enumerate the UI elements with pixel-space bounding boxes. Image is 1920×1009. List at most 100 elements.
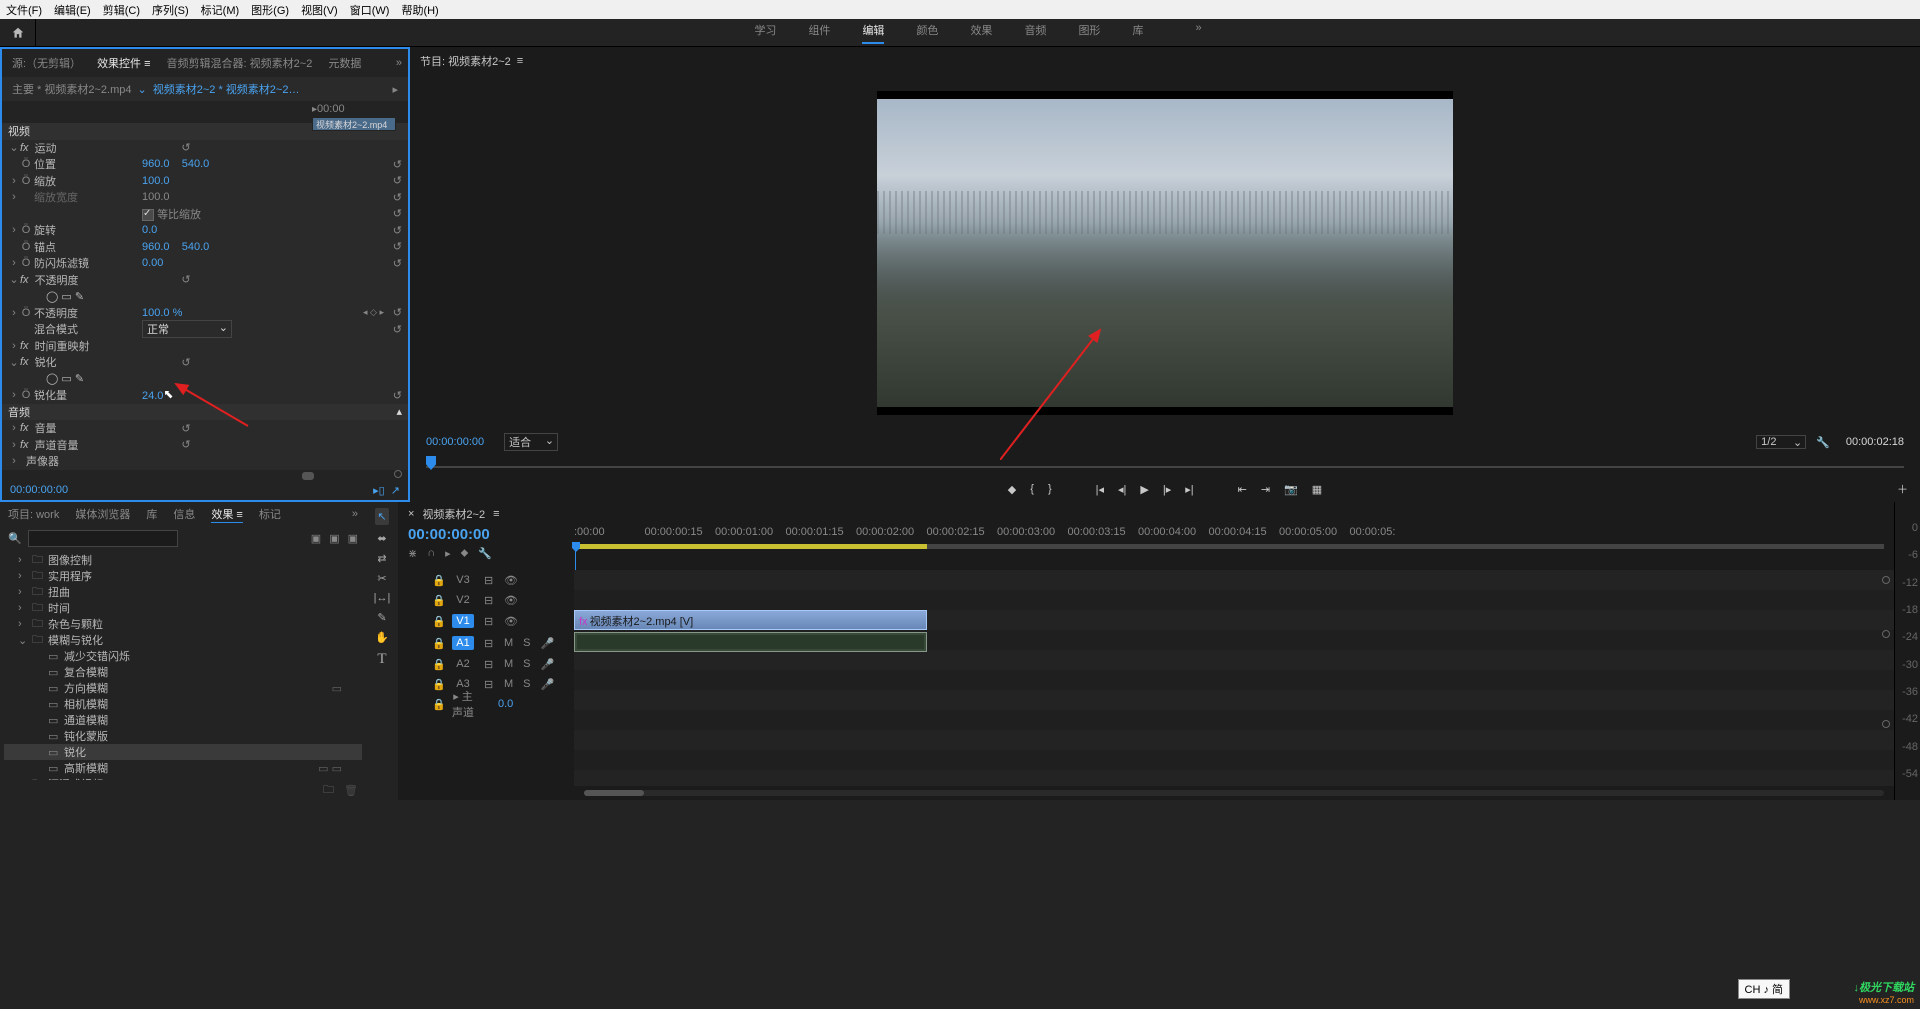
new-bin-icon[interactable]: 🗀 — [323, 781, 334, 800]
lift-button[interactable]: ⇤ — [1238, 483, 1247, 496]
ec-master-clip[interactable]: 主要 * 视频素材2~2.mp4 — [12, 81, 132, 97]
tree-item[interactable]: ▭方向模糊▭ — [4, 680, 362, 696]
ec-fx-timeremap[interactable]: ›fx时间重映射 — [2, 338, 408, 355]
work-area-bar[interactable] — [574, 544, 927, 549]
val-anchor[interactable]: 960.0 540.0 — [142, 241, 388, 253]
track-select-tool[interactable]: ⬌ — [377, 532, 386, 545]
razor-tool[interactable]: ✂ — [377, 572, 386, 585]
hand-tool[interactable]: ✋ — [375, 631, 389, 644]
tab-audio-clip-mixer[interactable]: 音频剪辑混合器: 视频素材2~2 — [167, 55, 313, 71]
zoom-handle-v[interactable] — [1882, 630, 1890, 638]
mask-rect-icon[interactable]: ▭ — [61, 291, 71, 303]
val-opacity[interactable]: 100.0 % — [142, 307, 354, 319]
timeline-playhead[interactable] — [572, 542, 580, 552]
zoom-handle-top[interactable] — [1882, 576, 1890, 584]
snap-icon[interactable]: ⋇ — [408, 547, 417, 560]
add-marker-button[interactable]: ◆ — [1008, 483, 1016, 496]
settings-icon[interactable]: 🔧 — [1816, 436, 1830, 449]
ripple-tool[interactable]: ⇄ — [377, 552, 386, 565]
tree-item[interactable]: ▭减少交错闪烁 — [4, 648, 362, 664]
tab-info[interactable]: 信息 — [173, 506, 195, 522]
timeline-hscroll[interactable] — [398, 786, 1894, 800]
button-editor-icon[interactable]: ＋ — [1897, 481, 1908, 497]
ws-learn[interactable]: 学习 — [754, 22, 776, 44]
tree-item[interactable]: ▭钝化蒙版 — [4, 728, 362, 744]
video-track-header[interactable]: 🔒V3⊟👁 — [398, 570, 574, 590]
ws-assembly[interactable]: 组件 — [808, 22, 830, 44]
menu-view[interactable]: 视图(V) — [301, 2, 338, 18]
extract-button[interactable]: ⇥ — [1261, 483, 1270, 496]
mask-rect-icon-2[interactable]: ▭ — [61, 373, 71, 385]
tab-metadata[interactable]: 元数据 — [328, 55, 361, 71]
program-timecode[interactable]: 00:00:00:00 — [426, 436, 484, 448]
mark-in-button[interactable]: { — [1030, 483, 1034, 495]
timeline-tab[interactable]: × 视频素材2~2 ≡ — [398, 502, 1894, 526]
ws-graphics[interactable]: 图形 — [1078, 22, 1100, 44]
tab-effect-controls[interactable]: 效果控件 ≡ — [97, 55, 150, 71]
ec-hscroll[interactable] — [2, 470, 408, 480]
go-to-in-button[interactable]: |◂ — [1096, 483, 1104, 496]
val-scale[interactable]: 100.0 — [142, 175, 388, 187]
program-ruler[interactable] — [426, 456, 1904, 474]
tree-item[interactable]: ▭复合模糊 — [4, 664, 362, 680]
ws-libraries[interactable]: 库 — [1132, 22, 1143, 44]
video-clip[interactable]: fx视频素材2~2.mp4 [V] — [574, 610, 927, 630]
mark-out-button[interactable]: } — [1048, 483, 1052, 495]
ec-playhead-icon[interactable]: ▸ — [392, 83, 398, 96]
ws-effects[interactable]: 效果 — [970, 22, 992, 44]
menu-help[interactable]: 帮助(H) — [401, 2, 438, 18]
tree-item[interactable]: ▭通道模糊 — [4, 712, 362, 728]
ec-mini-timeline[interactable]: ▸00:00 视频素材2~2.mp4 — [2, 101, 408, 123]
master-track-header[interactable]: 🔒▸ 主声道0.0 — [398, 694, 574, 714]
ec-fx-volume[interactable]: ›fx音量↺ — [2, 420, 408, 437]
timeline-ruler-area[interactable]: :00:0000:00:00:1500:00:01:0000:00:01:150… — [574, 526, 1894, 570]
program-fit-dropdown[interactable]: 适合 — [504, 433, 558, 451]
marker-tool-icon[interactable]: ▸ — [445, 547, 451, 560]
ec-timecode[interactable]: 00:00:00:00 — [10, 484, 68, 496]
delete-icon[interactable]: 🗑 — [344, 784, 358, 797]
wrench-tool-icon[interactable]: 🔧 — [478, 547, 492, 560]
ws-color[interactable]: 颜色 — [916, 22, 938, 44]
val-blend-mode[interactable]: 正常 — [142, 320, 232, 338]
menu-sequence[interactable]: 序列(S) — [152, 2, 189, 18]
tree-item[interactable]: ›🗀扭曲 — [4, 584, 362, 600]
mask-pen-icon[interactable]: ✎ — [75, 291, 84, 303]
tab-markers[interactable]: 标记 — [259, 506, 281, 522]
program-tab[interactable]: 节目: 视频素材2~2 ≡ — [410, 47, 1920, 75]
ws-editing[interactable]: 编辑 — [862, 22, 884, 44]
slip-tool[interactable]: |↔| — [374, 592, 391, 604]
ec-fx-opacity[interactable]: ⌄fx不透明度↺ — [2, 272, 408, 289]
mask-pen-icon-2[interactable]: ✎ — [75, 373, 84, 385]
chk-uniform-scale[interactable] — [142, 209, 154, 221]
ws-audio[interactable]: 音频 — [1024, 22, 1046, 44]
play-button[interactable]: ▶ — [1140, 483, 1148, 496]
kf-opacity[interactable]: ◂ ◇ ▸ — [354, 307, 388, 318]
tree-item[interactable]: ▭相机模糊 — [4, 696, 362, 712]
menu-marker[interactable]: 标记(M) — [201, 2, 240, 18]
zoom-handle-a[interactable] — [1882, 720, 1890, 728]
tree-item[interactable]: ›🗀图像控制 — [4, 552, 362, 568]
compare-button[interactable]: ▦ — [1312, 483, 1322, 496]
program-monitor[interactable] — [410, 75, 1920, 430]
preset-fx-icon[interactable]: ▣ — [311, 532, 321, 545]
menu-edit[interactable]: 编辑(E) — [54, 2, 91, 18]
ec-pin-icon[interactable]: ▸▯ — [373, 485, 385, 497]
audio-track-header[interactable]: 🔒A1⊟MS🎤 — [398, 632, 574, 654]
ec-sequence-clip[interactable]: 视频素材2~2 * 视频素材2~2… — [153, 81, 300, 97]
tree-item[interactable]: ›🗀时间 — [4, 600, 362, 616]
timeline-timecode[interactable]: 00:00:00:00 — [408, 526, 564, 543]
val-sharpen-amount[interactable]: 24.0⬉ — [142, 388, 388, 402]
menu-file[interactable]: 文件(F) — [6, 2, 42, 18]
val-rotation[interactable]: 0.0 — [142, 224, 388, 236]
type-tool[interactable]: T — [377, 651, 386, 668]
panel-overflow-icon[interactable]: » — [396, 57, 402, 69]
val-position[interactable]: 960.0 540.0 — [142, 158, 388, 170]
timeline-tracks[interactable]: fx视频素材2~2.mp4 [V] — [574, 570, 1894, 786]
tab-project[interactable]: 项目: work — [8, 506, 59, 522]
audio-clip[interactable] — [574, 632, 927, 652]
linked-sel-icon[interactable]: ∩ — [427, 547, 435, 560]
tab-effects[interactable]: 效果 ≡ — [211, 506, 242, 523]
ec-export-icon[interactable]: ↗ — [391, 485, 400, 497]
tree-item[interactable]: ▭高斯模糊▭ ▭ — [4, 760, 362, 776]
tab-media-browser[interactable]: 媒体浏览器 — [75, 506, 130, 522]
